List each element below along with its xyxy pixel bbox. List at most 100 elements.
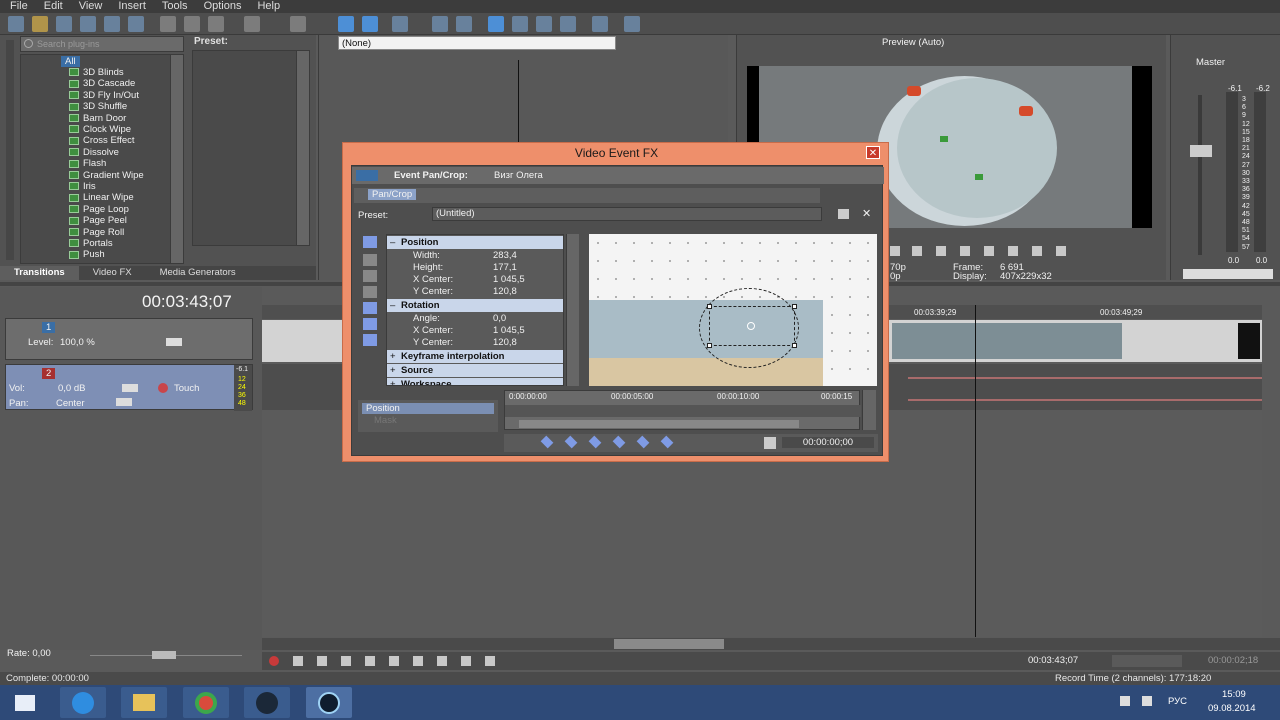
next-keyframe-icon[interactable] xyxy=(588,435,602,449)
volume-icon[interactable] xyxy=(1142,696,1152,706)
network-icon[interactable] xyxy=(1120,696,1130,706)
prev-frame-icon-main[interactable] xyxy=(461,656,471,666)
automation-gear-icon[interactable] xyxy=(158,383,168,393)
new-icon[interactable] xyxy=(8,16,24,32)
go-to-start-icon[interactable] xyxy=(413,656,423,666)
transition-item[interactable]: Barn Door xyxy=(69,113,126,124)
pan-slider[interactable] xyxy=(116,398,132,406)
kf-track-position[interactable]: Position xyxy=(362,403,494,414)
rot-x-center-value[interactable]: 1 045,5 xyxy=(493,325,525,337)
vegas-pro-icon[interactable] xyxy=(306,687,352,718)
properties-icon[interactable] xyxy=(128,16,144,32)
render-icon[interactable] xyxy=(104,16,120,32)
loop-icon[interactable] xyxy=(293,656,303,666)
open-icon[interactable] xyxy=(32,16,48,32)
transition-item[interactable]: Page Roll xyxy=(69,227,124,238)
first-keyframe-icon[interactable] xyxy=(540,435,554,449)
video-track-header[interactable]: 1 Level: 100,0 % xyxy=(5,318,253,360)
preset-scrollbar[interactable] xyxy=(296,51,309,245)
menu-file[interactable]: File xyxy=(4,0,34,13)
selection-start[interactable] xyxy=(1112,655,1182,667)
tree-scrollbar[interactable] xyxy=(170,55,183,263)
keyframe-timeline[interactable]: 0:00:00:00 00:00:05:00 00:00:10:00 00:00… xyxy=(504,390,861,430)
source-header[interactable]: Source xyxy=(387,364,563,377)
menu-view[interactable]: View xyxy=(73,0,109,13)
preset-list[interactable] xyxy=(192,50,310,246)
transition-item[interactable]: Gradient Wipe xyxy=(69,170,144,181)
fast-forward-icon[interactable] xyxy=(1056,246,1066,256)
pan-crop-workspace[interactable] xyxy=(589,234,877,386)
transition-item[interactable]: Linear Wipe xyxy=(69,192,134,203)
level-slider[interactable] xyxy=(166,338,182,346)
clock-time[interactable]: 15:09 xyxy=(1222,689,1246,700)
play-icon[interactable] xyxy=(890,246,900,256)
position-header[interactable]: Position xyxy=(387,236,563,249)
delete-keyframe-icon[interactable] xyxy=(660,435,674,449)
file-explorer-icon[interactable] xyxy=(121,687,167,718)
crop-handle-bl[interactable] xyxy=(707,343,712,348)
paste-icon[interactable] xyxy=(208,16,224,32)
play-from-start-icon-main[interactable] xyxy=(317,656,327,666)
go-to-end-icon[interactable] xyxy=(437,656,447,666)
save-icon[interactable] xyxy=(56,16,72,32)
save-preset-icon[interactable] xyxy=(838,209,849,219)
zoom-tool-icon[interactable] xyxy=(432,16,448,32)
start-button-icon[interactable] xyxy=(2,687,48,718)
cut-icon[interactable] xyxy=(160,16,176,32)
show-properties-icon[interactable] xyxy=(363,236,377,248)
lock-envelopes-icon[interactable] xyxy=(592,16,608,32)
angle-value[interactable]: 0,0 xyxy=(493,313,506,325)
sync-cursor-icon[interactable] xyxy=(764,437,776,449)
rotation-header[interactable]: Rotation xyxy=(387,299,563,312)
automation-mode[interactable]: Touch xyxy=(174,383,199,394)
properties-scrollbar[interactable] xyxy=(566,234,579,386)
dialog-title[interactable]: Video Event FX xyxy=(343,143,890,163)
next-frame-icon[interactable] xyxy=(1008,246,1018,256)
vol-slider[interactable] xyxy=(122,384,138,392)
tab-video-fx[interactable]: Video FX xyxy=(79,266,146,280)
lock-aspect-icon[interactable] xyxy=(363,318,377,330)
transition-item[interactable]: Cross Effect xyxy=(69,135,135,146)
pause-icon[interactable] xyxy=(936,246,946,256)
height-value[interactable]: 177,1 xyxy=(493,262,517,274)
steam-icon[interactable] xyxy=(244,687,290,718)
auto-ripple-icon[interactable] xyxy=(456,16,472,32)
transition-item[interactable]: 3D Shuffle xyxy=(69,101,127,112)
next-frame-icon-main[interactable] xyxy=(485,656,495,666)
tree-root-all[interactable]: All xyxy=(61,56,80,67)
add-keyframe-icon[interactable] xyxy=(636,435,650,449)
keyframe-interpolation-header[interactable]: Keyframe interpolation xyxy=(387,350,563,363)
chrome-icon[interactable] xyxy=(183,687,229,718)
prev-keyframe-icon[interactable] xyxy=(564,435,578,449)
kf-track-mask[interactable]: Mask xyxy=(374,415,397,426)
enable-rotation-icon[interactable] xyxy=(363,286,377,298)
search-input[interactable]: Search plug-ins xyxy=(20,36,184,52)
zoom-edit-icon[interactable] xyxy=(363,270,377,282)
rate-handle[interactable] xyxy=(152,651,176,659)
crop-handle-tr[interactable] xyxy=(792,304,797,309)
crop-handle-br[interactable] xyxy=(792,343,797,348)
transition-item[interactable]: 3D Blinds xyxy=(69,67,124,78)
transition-item[interactable]: Portals xyxy=(69,238,113,249)
normal-edit-icon[interactable] xyxy=(363,254,377,266)
transition-item[interactable]: Push xyxy=(69,249,105,260)
menu-insert[interactable]: Insert xyxy=(112,0,152,13)
last-keyframe-icon[interactable] xyxy=(612,435,626,449)
preview-quality-dropdown[interactable]: Preview (Auto) xyxy=(882,37,944,48)
marker-snap-icon[interactable] xyxy=(536,16,552,32)
width-value[interactable]: 283,4 xyxy=(493,250,517,262)
play-icon-main[interactable] xyxy=(341,656,351,666)
crop-center-handle[interactable] xyxy=(747,322,755,330)
transition-item[interactable]: Iris xyxy=(69,181,96,192)
transition-item[interactable]: Dissolve xyxy=(69,147,119,158)
transition-item[interactable]: 3D Fly In/Out xyxy=(69,90,139,101)
pause-icon-main[interactable] xyxy=(365,656,375,666)
transition-item[interactable]: Flash xyxy=(69,158,106,169)
rewind-icon[interactable] xyxy=(1032,246,1042,256)
kf-vscroll[interactable] xyxy=(862,390,876,430)
close-icon[interactable]: ✕ xyxy=(866,146,880,159)
language-indicator[interactable]: РУС xyxy=(1168,696,1187,707)
save-as-icon[interactable] xyxy=(80,16,96,32)
transition-item[interactable]: Page Peel xyxy=(69,215,127,226)
normal-edit-tool-icon[interactable] xyxy=(338,16,354,32)
